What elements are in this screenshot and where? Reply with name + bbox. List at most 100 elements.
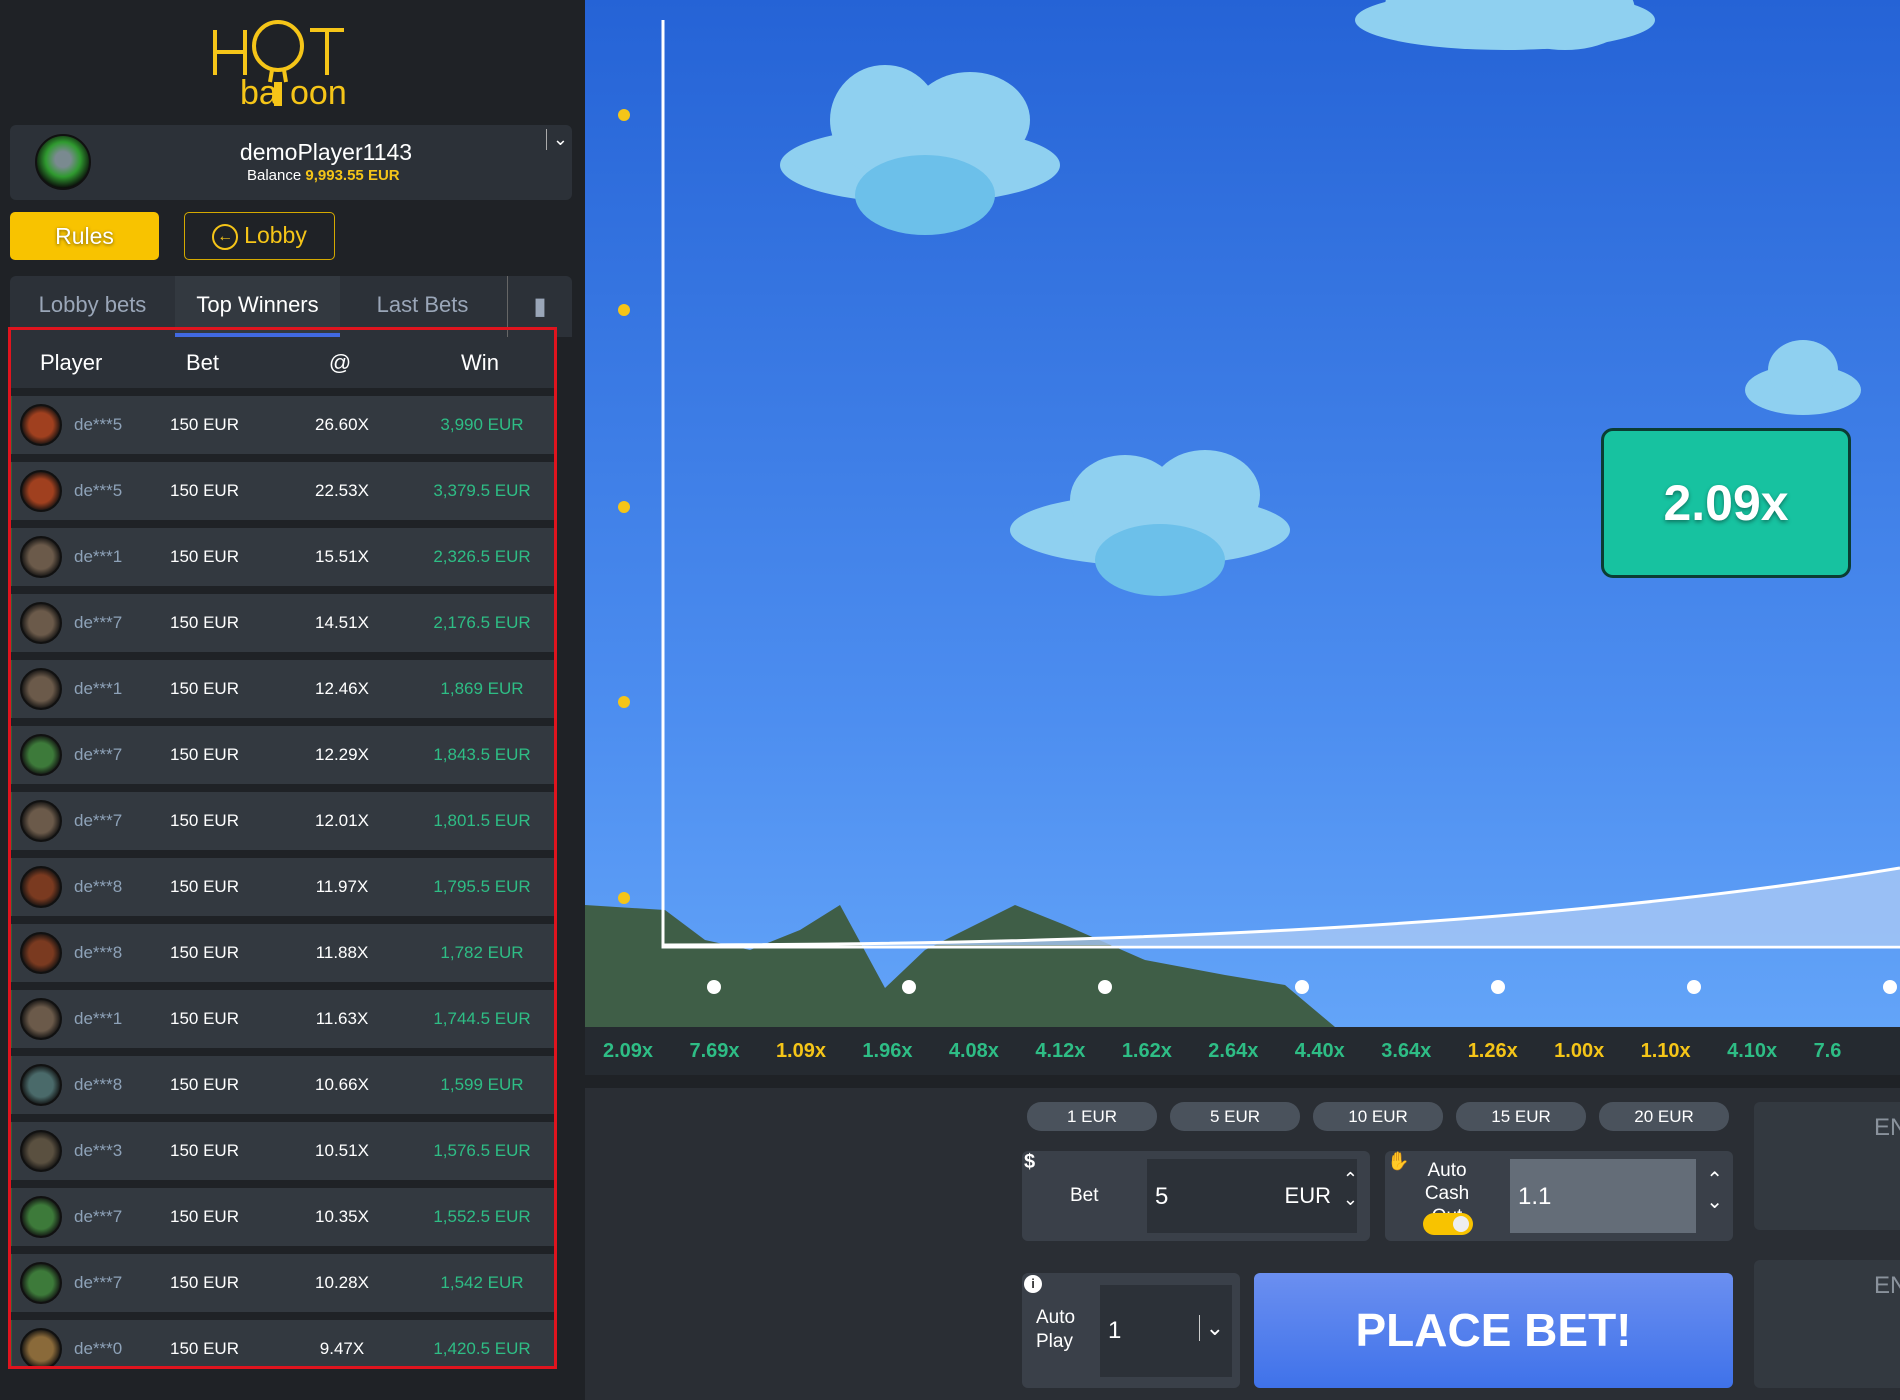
bet-cell: 150 EUR — [170, 1075, 239, 1094]
svg-text:oon: oon — [290, 74, 347, 108]
balance-label: Balance — [247, 167, 302, 184]
arrow-left-circle-icon: ← — [212, 223, 239, 250]
player-cell: de***1 — [12, 668, 137, 710]
multiplier-cell: 9.47X — [319, 1339, 365, 1358]
place-bet-button[interactable]: PLACE BET! — [1254, 1273, 1733, 1388]
player-name: de***7 — [74, 1207, 123, 1226]
table-row: de***7 150 EUR 10.28X 1,542 EUR — [10, 1254, 556, 1312]
player-cell: de***8 — [12, 1064, 137, 1106]
history-multiplier: 1.26x — [1467, 1039, 1518, 1062]
player-name: de***7 — [74, 811, 123, 830]
bet-chip-button[interactable]: 1 EUR — [1027, 1102, 1157, 1131]
player-avatar — [20, 1064, 62, 1106]
player-name: de***1 — [74, 1009, 123, 1028]
auto-play-select[interactable]: 1 ⌄ — [1100, 1285, 1232, 1377]
auto-cashout-input[interactable]: 1.1 — [1510, 1159, 1696, 1233]
multiplier-cell: 15.51X — [315, 547, 369, 566]
chat-icon[interactable]: ▮ — [507, 276, 572, 337]
bet-cell: 150 EUR — [170, 1207, 239, 1226]
multiplier-cell: 11.63X — [315, 1009, 369, 1028]
player-cell: de***8 — [12, 932, 137, 974]
dollar-icon: $ — [1024, 1151, 1036, 1173]
player-avatar — [20, 866, 62, 908]
bet-chip-button[interactable]: 5 EUR — [1170, 1102, 1300, 1131]
chevron-down-icon: ⌄ — [1198, 1315, 1224, 1341]
bet-stepper-icon[interactable]: ⌃ ⌄ — [1343, 1169, 1358, 1209]
player-name: de***1 — [74, 547, 123, 566]
history-multiplier: 4.10x — [1727, 1039, 1778, 1062]
lobby-button[interactable]: ← Lobby — [184, 212, 335, 260]
player-cell: de***7 — [12, 1262, 137, 1304]
table-row: de***1 150 EUR 15.51X 2,326.5 EUR — [10, 528, 556, 586]
tab-lobby-bets[interactable]: Lobby bets — [10, 276, 175, 337]
bet-chip-button[interactable]: 15 EUR — [1456, 1102, 1586, 1131]
multiplier-cell: 11.88X — [315, 943, 369, 962]
second-place-bet-panel: EN — [1754, 1260, 1900, 1388]
chevron-down-icon[interactable]: ⌄ — [545, 129, 568, 150]
table-row: de***5 150 EUR 22.53X 3,379.5 EUR — [10, 462, 556, 520]
second-bet-text: EN — [1874, 1114, 1900, 1141]
player-cell: de***8 — [12, 866, 137, 908]
player-avatar — [20, 404, 62, 446]
header-bet: Bet — [185, 349, 220, 375]
player-name: de***0 — [74, 1339, 123, 1358]
balance-value: 9,993.55 EUR — [305, 167, 400, 184]
player-cell: de***3 — [12, 1130, 137, 1172]
tab-top-winners[interactable]: Top Winners — [175, 276, 340, 337]
player-name: de***8 — [74, 877, 123, 896]
profile-card: demoPlayer1143 Balance 9,993.55 EUR ⌄ — [10, 125, 572, 200]
info-icon[interactable]: i — [1024, 1275, 1042, 1293]
bet-cell: 150 EUR — [170, 1339, 239, 1358]
win-cell: 1,782 EUR — [440, 943, 524, 962]
table-row: de***7 150 EUR 12.29X 1,843.5 EUR — [10, 726, 556, 784]
history-multiplier: 4.12x — [1035, 1039, 1086, 1062]
table-row: de***0 150 EUR 9.47X 1,420.5 EUR — [10, 1320, 556, 1367]
player-avatar — [20, 602, 62, 644]
history-multiplier: 7.69x — [689, 1039, 740, 1062]
win-cell: 1,795.5 EUR — [433, 877, 531, 896]
history-multiplier: 4.08x — [948, 1039, 999, 1062]
bet-cell: 150 EUR — [170, 415, 239, 434]
tab-last-bets[interactable]: Last Bets — [340, 276, 505, 337]
bet-chip-button[interactable]: 20 EUR — [1599, 1102, 1729, 1131]
history-multiplier: 7.6 — [1813, 1039, 1842, 1062]
multiplier-cell: 26.60X — [315, 415, 369, 434]
player-cell: de***7 — [12, 602, 137, 644]
lobby-label: Lobby — [244, 222, 307, 248]
player-name: de***1 — [74, 679, 123, 698]
bet-amount-input[interactable]: 5 EUR — [1147, 1159, 1357, 1233]
second-place-bet-text: EN — [1874, 1272, 1900, 1299]
player-avatar — [20, 1328, 62, 1367]
multiplier-cell: 11.97X — [315, 877, 369, 896]
multiplier-cell: 14.51X — [315, 613, 369, 632]
player-avatar — [20, 734, 62, 776]
auto-play-label: Auto Play — [1036, 1307, 1076, 1352]
sidebar: ba oon demoPlayer1143 Balance 9,993.55 E… — [0, 0, 585, 1400]
win-cell: 1,599 EUR — [440, 1075, 524, 1094]
player-name: de***8 — [74, 943, 123, 962]
bet-chip-button[interactable]: 10 EUR — [1313, 1102, 1443, 1131]
bet-cell: 150 EUR — [170, 679, 239, 698]
player-cell: de***7 — [12, 734, 137, 776]
auto-play-value: 1 — [1108, 1317, 1122, 1344]
table-row: de***8 150 EUR 11.97X 1,795.5 EUR — [10, 858, 556, 916]
table-row: de***1 150 EUR 12.46X 1,869 EUR — [10, 660, 556, 718]
player-cell: de***1 — [12, 998, 137, 1040]
rules-button[interactable]: Rules — [10, 212, 159, 260]
multiplier-cell: 10.35X — [315, 1207, 369, 1226]
auto-cashout-toggle[interactable] — [1423, 1213, 1473, 1235]
multiplier-history: 2.09x 7.69x 1.09x 1.96x 4.08x 4.12x 1.62x 2.64x… — [585, 1027, 1900, 1075]
hot-balloon-logo: ba oon — [213, 20, 347, 108]
cashout-stepper-icon[interactable]: ⌃ ⌄ — [1706, 1169, 1723, 1213]
player-cell: de***5 — [12, 470, 137, 512]
player-name: de***7 — [74, 613, 123, 632]
bet-cell: 150 EUR — [170, 1273, 239, 1292]
win-cell: 1,420.5 EUR — [433, 1339, 531, 1358]
history-multiplier: 1.96x — [862, 1039, 913, 1062]
win-cell: 2,176.5 EUR — [433, 613, 531, 632]
win-cell: 3,379.5 EUR — [433, 481, 531, 500]
player-avatar — [20, 470, 62, 512]
multiplier-cell: 10.51X — [315, 1141, 369, 1160]
player-name: de***7 — [74, 745, 123, 764]
player-name: de***3 — [74, 1141, 123, 1160]
